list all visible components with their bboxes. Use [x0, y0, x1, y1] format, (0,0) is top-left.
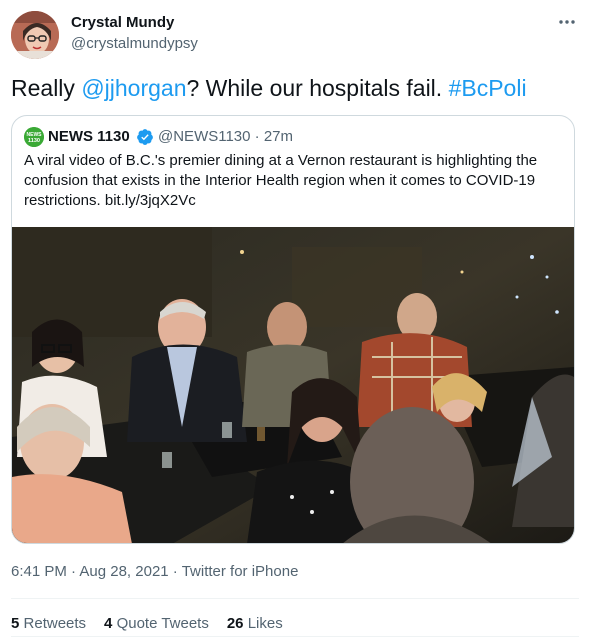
- tweet-text: Really @jjhorgan? While our hospitals fa…: [11, 74, 527, 102]
- quoted-tweet-card[interactable]: NEWS 1130 NEWS 1130 @NEWS1130 · 27m A vi…: [11, 115, 575, 544]
- more-horizontal-icon[interactable]: [553, 12, 581, 32]
- retweets-stat[interactable]: 5 Retweets: [11, 615, 86, 632]
- retweets-label: Retweets: [23, 615, 87, 632]
- mention-link[interactable]: @jjhorgan: [81, 75, 186, 101]
- likes-count: 26: [226, 615, 244, 632]
- tweet-source[interactable]: Twitter for iPhone: [182, 563, 299, 580]
- verified-badge-icon: [136, 128, 154, 146]
- author-avatar[interactable]: [11, 11, 59, 59]
- likes-label: Likes: [247, 615, 283, 632]
- author-handle[interactable]: @crystalmundypsy: [71, 35, 198, 52]
- quote-tweets-count: 4: [104, 615, 113, 632]
- quote-timestamp[interactable]: 27m: [264, 128, 293, 145]
- source-separator: ·: [168, 563, 182, 580]
- tweet-text-prefix: Really: [11, 75, 82, 101]
- hashtag-link[interactable]: #BcPoli: [449, 75, 527, 101]
- quote-separator: ·: [250, 128, 264, 145]
- divider: [11, 598, 579, 599]
- quote-text: A viral video of B.C.'s premier dining a…: [24, 152, 538, 209]
- quote-author-name[interactable]: NEWS 1130: [48, 128, 130, 145]
- tweet-date[interactable]: Aug 28, 2021: [79, 563, 168, 580]
- quote-tweets-label: Quote Tweets: [116, 615, 209, 632]
- quote-tweets-stat[interactable]: 4 Quote Tweets: [104, 615, 209, 632]
- quote-author-handle[interactable]: @NEWS1130: [158, 128, 250, 145]
- likes-stat[interactable]: 26 Likes: [227, 615, 283, 632]
- tweet-text-middle: ? While our hospitals fail.: [186, 75, 449, 101]
- quote-media-image[interactable]: [12, 227, 574, 543]
- engagement-stats: 5 Retweets 4 Quote Tweets 26 Likes: [11, 615, 301, 632]
- tweet-time[interactable]: 6:41 PM: [11, 563, 67, 580]
- quote-avatar[interactable]: NEWS 1130: [24, 127, 44, 147]
- svg-text:1130: 1130: [28, 138, 40, 144]
- author-name[interactable]: Crystal Mundy: [71, 14, 174, 31]
- quote-meta: @NEWS1130 · 27m: [158, 128, 293, 145]
- time-separator: ·: [66, 563, 80, 580]
- tweet-timestamp-row: 6:41 PM · Aug 28, 2021 · Twitter for iPh…: [11, 563, 298, 580]
- retweets-count: 5: [11, 615, 20, 632]
